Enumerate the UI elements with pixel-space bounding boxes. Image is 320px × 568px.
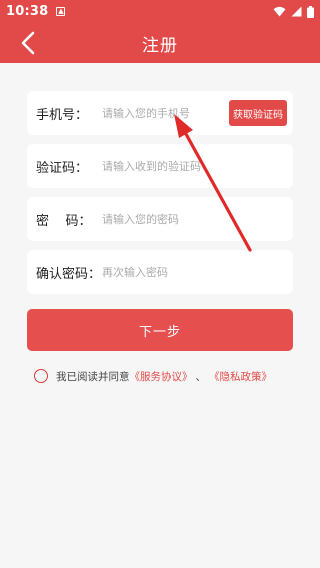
password-input[interactable] bbox=[102, 209, 282, 229]
status-icons bbox=[273, 5, 314, 18]
code-input[interactable] bbox=[102, 156, 282, 176]
service-agreement-link[interactable]: 《服务协议》 bbox=[130, 369, 193, 384]
confirm-password-field: 确认密码： bbox=[27, 250, 293, 294]
signal-icon bbox=[291, 6, 302, 17]
confirm-password-label: 确认密码： bbox=[36, 266, 102, 282]
password-label: 密 码： bbox=[36, 213, 92, 229]
phone-field: 手机号： 获取验证码 bbox=[27, 91, 293, 135]
app-bar: 注册 bbox=[0, 23, 320, 63]
agreement-text: 我已阅读并同意 bbox=[56, 370, 130, 383]
confirm-password-input[interactable] bbox=[102, 262, 282, 282]
download-icon: ▲ bbox=[56, 7, 66, 16]
status-time: 10:38 bbox=[6, 4, 49, 19]
status-bar: 10:38 ▲ bbox=[0, 0, 320, 23]
next-button[interactable]: 下一步 bbox=[27, 309, 293, 351]
agree-checkbox[interactable] bbox=[34, 369, 48, 383]
agreement-separator: 、 bbox=[195, 370, 207, 383]
phone-label: 手机号： bbox=[36, 107, 89, 123]
wifi-icon bbox=[273, 6, 286, 17]
code-field: 验证码： bbox=[27, 144, 293, 188]
page-title: 注册 bbox=[142, 35, 178, 56]
agreement-row: 我已阅读并同意 《服务协议》 、 《隐私政策》 bbox=[34, 366, 272, 386]
password-field: 密 码： bbox=[27, 197, 293, 241]
code-label: 验证码： bbox=[36, 160, 89, 176]
phone-input[interactable] bbox=[102, 103, 232, 123]
battery-icon bbox=[307, 5, 314, 18]
get-code-button[interactable]: 获取验证码 bbox=[229, 100, 287, 126]
privacy-policy-link[interactable]: 《隐私政策》 bbox=[209, 369, 272, 384]
